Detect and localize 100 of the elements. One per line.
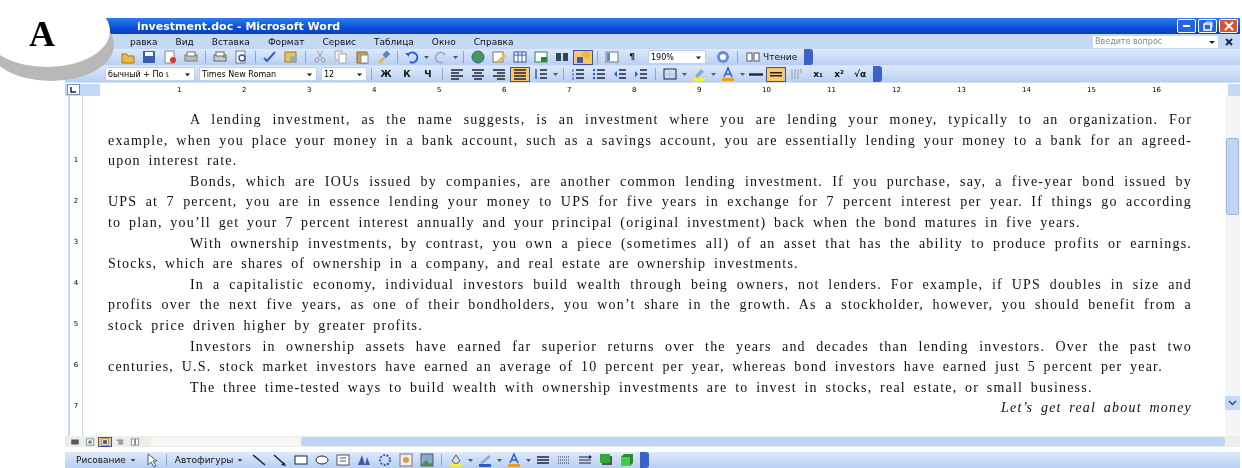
outline-view-icon xyxy=(114,436,126,447)
minimize-icon xyxy=(1183,25,1190,27)
vertical-scrollbar[interactable] xyxy=(1225,96,1240,436)
toolbar-options-button[interactable] xyxy=(640,452,650,468)
menu-item[interactable]: Таблица xyxy=(365,36,423,47)
font-dropdown[interactable]: Times New Roman xyxy=(199,67,317,81)
indent-icon xyxy=(633,66,649,82)
minimize-button[interactable] xyxy=(1177,19,1196,33)
highlighter-icon xyxy=(691,66,707,82)
paragraph: Investors in ownership assets have earned far superior returns over the years and decades than lending investors. Over the past two centuries, U.S. stock market investors have earned an average of 10 percent per year, whereas bond investors have earned just 5 percent per year. xyxy=(108,337,1192,377)
zoom-dropdown[interactable]: 190% xyxy=(648,50,706,64)
printer-icon xyxy=(212,49,228,65)
arrow-icon xyxy=(272,452,289,468)
dropdown-arrow-icon xyxy=(236,456,245,464)
horizontal-scrollbar[interactable] xyxy=(151,437,1225,446)
undo-icon xyxy=(404,49,420,65)
font-size-dropdown[interactable]: 12 xyxy=(321,67,367,81)
menu-item[interactable]: Сервис xyxy=(313,36,366,47)
window-title: investment.doc - Microsoft Word xyxy=(137,19,341,33)
align-center-icon xyxy=(470,66,486,82)
copy-icon xyxy=(333,49,349,65)
close-icon xyxy=(1221,19,1236,33)
restore-icon xyxy=(1200,19,1215,33)
spreadsheet-icon xyxy=(533,49,549,65)
printer-button[interactable] xyxy=(181,49,201,65)
style-dropdown[interactable]: бычный + По ι xyxy=(105,67,195,81)
close-button[interactable] xyxy=(1219,19,1238,33)
preview-icon xyxy=(233,49,249,65)
toolbar-options-button[interactable] xyxy=(804,49,814,65)
pencil-icon xyxy=(491,49,507,65)
paragraph: With ownership investments, by contrast, you own a piece (sometimes all) of an asset that has the ability to produce profits or earnings. Stocks, which are shares of ownership in a company, and real estate are ownership investments. xyxy=(108,234,1192,274)
menu-item[interactable]: Окно xyxy=(422,36,465,47)
format-button[interactable]: Ж xyxy=(376,66,396,82)
horizontal-line-icon xyxy=(749,71,763,77)
menu-item[interactable]: Вид xyxy=(166,36,203,47)
printer-icon xyxy=(183,49,199,65)
spreadsheet-button[interactable] xyxy=(531,49,551,65)
tab-selector-button[interactable] xyxy=(67,84,80,95)
globe-icon xyxy=(470,49,486,65)
scissors-icon xyxy=(312,49,328,65)
line-icon xyxy=(251,452,268,468)
table-button[interactable] xyxy=(510,49,530,65)
signature-line: Let’s get real about money xyxy=(1000,399,1192,418)
line-spacing-icon xyxy=(533,66,549,82)
menu-item[interactable]: Вставка xyxy=(202,36,259,47)
format-button[interactable]: x₁ xyxy=(808,66,828,82)
autoshapes-button[interactable]: Автофигуры xyxy=(170,452,249,468)
font-color-icon xyxy=(506,452,523,468)
menu-item[interactable]: Формат xyxy=(258,36,314,47)
redo-icon xyxy=(433,49,449,65)
help-search-field[interactable]: Введите вопрос xyxy=(1093,35,1218,48)
printer-button[interactable] xyxy=(210,49,230,65)
line-color-icon xyxy=(477,452,494,468)
paragraph: A lending investment, as the name suggests, is an investment where you are lending your money, typically to an organization. For example, when you place your money in a bank account, such as a savings account, you are essentially lending your money to a bank for an agreed-upon interest rate. xyxy=(108,111,1192,171)
globe-button[interactable] xyxy=(468,49,488,65)
format-button[interactable]: Ч xyxy=(418,66,438,82)
align-right-icon xyxy=(491,66,507,82)
web-view-icon xyxy=(84,436,96,447)
bulleted-list-icon xyxy=(591,66,607,82)
format-button[interactable]: К xyxy=(397,66,417,82)
rectangle-icon xyxy=(293,452,310,468)
paragraph: The three time-tested ways to build wealth with ownership investments are to invest in stocks, real estate, or small business. xyxy=(189,378,1094,397)
ellipse-icon xyxy=(314,452,331,468)
paragraph: Bonds, which are IOUs issued by companies, are another common lending investment. If you purchase, say, a five-year bond issued by UPS at 7 percent, you are in essence lending your money to UPS for five years in exchange for 7 percent interest per year. If things go according to plan, you’ll get your 7 percent interest annually and your principal (original investment) back when the bond matures in five years. xyxy=(108,172,1192,232)
clipboard-icon xyxy=(354,49,370,65)
shapes-icon xyxy=(575,49,591,65)
cube-icon xyxy=(619,452,636,468)
text-box-icon xyxy=(335,452,352,468)
fill-color-icon xyxy=(448,452,465,468)
double-line-button[interactable] xyxy=(766,66,786,82)
menu-item[interactable]: Справка xyxy=(464,36,523,47)
scrollbar-thumb[interactable] xyxy=(1226,138,1239,215)
spelling-icon xyxy=(262,49,278,65)
border-button[interactable] xyxy=(660,66,680,82)
paragraph: In a capitalistic economy, individual investors build wealth through being owners, not lenders. For example, if UPS doubles in size and profits over the next five years, as one of their bondholders, you won’t share in the growth. As a stockholder, however, you should benefit from a stock price driven higher by greater profits. xyxy=(108,275,1192,335)
menu-item[interactable]: равка xyxy=(121,36,167,47)
shadow-icon xyxy=(598,452,615,468)
table-icon xyxy=(512,49,528,65)
font-color-icon xyxy=(720,66,736,82)
restore-button[interactable] xyxy=(1198,19,1217,33)
figure-label: A xyxy=(29,13,55,55)
floppy-icon xyxy=(141,49,157,65)
format-button[interactable]: √α xyxy=(850,66,870,82)
pilcrow-button[interactable]: ¶ xyxy=(623,49,641,65)
drawing-menu-button[interactable]: Рисование xyxy=(72,452,141,468)
reading-button[interactable]: Чтение xyxy=(742,49,802,65)
print-view-icon xyxy=(99,436,111,447)
close-icon[interactable] xyxy=(1224,36,1234,47)
print-view-button[interactable] xyxy=(98,436,112,447)
format-button[interactable]: x² xyxy=(829,66,849,82)
align-left-icon xyxy=(449,66,465,82)
web-view-button[interactable] xyxy=(83,436,97,447)
shapes-button[interactable] xyxy=(573,49,593,65)
justify-button[interactable] xyxy=(510,66,530,82)
numbered-list-icon xyxy=(570,66,586,82)
grid-lines-icon xyxy=(789,66,805,82)
justify-icon xyxy=(512,66,528,82)
scroll-down-icon[interactable] xyxy=(1225,396,1240,410)
help-icon xyxy=(715,49,731,65)
border-icon xyxy=(662,66,678,82)
